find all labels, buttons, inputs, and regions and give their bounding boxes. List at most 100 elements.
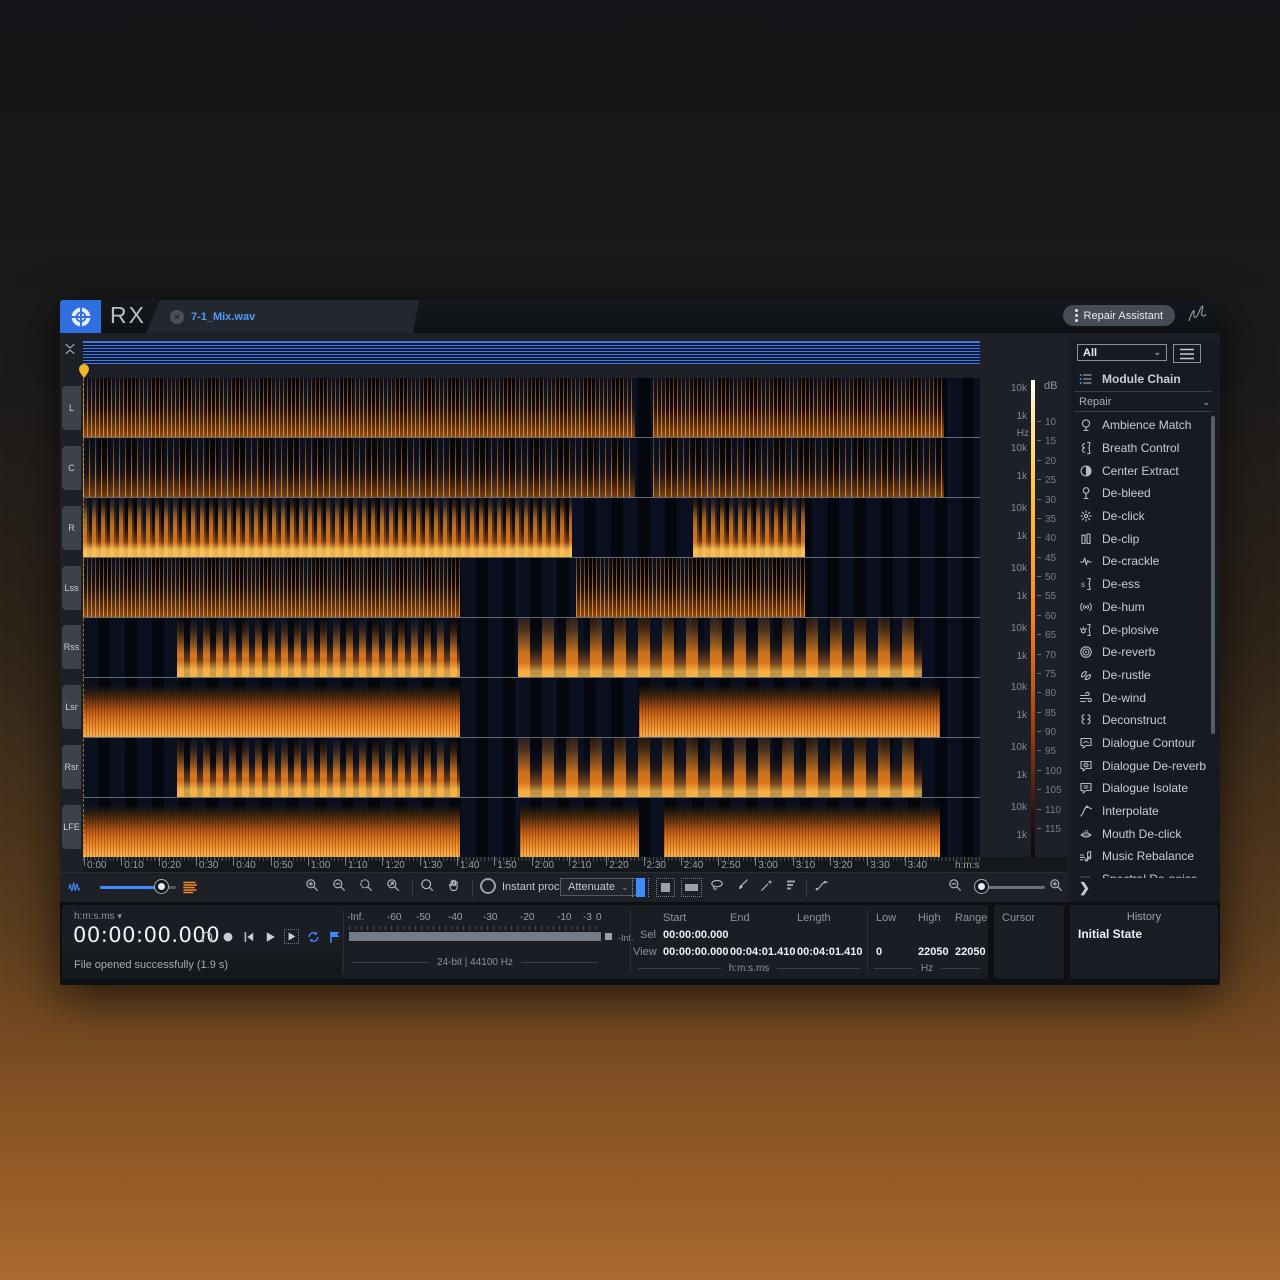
freq-range-value[interactable]: 22050	[955, 946, 986, 958]
signature-icon[interactable]	[1186, 304, 1208, 326]
spectrogram-channel-Rsr[interactable]	[83, 738, 980, 798]
time-ruler[interactable]: 0:000:100:200:300:400:501:001:101:201:30…	[83, 857, 1067, 872]
module-item-dialogue-contour[interactable]: Dialogue Contour	[1070, 732, 1220, 755]
spectrogram-channel-Lsr[interactable]	[83, 678, 980, 738]
channel-tab-Lss[interactable]: Lss	[62, 566, 81, 610]
module-item-de-ess[interactable]: sDe-ess	[1070, 573, 1220, 596]
harmonics-selection-tool[interactable]	[784, 878, 798, 892]
freq-high-value[interactable]: 22050	[918, 946, 949, 958]
db-unit-label: dB	[1044, 380, 1057, 392]
return-to-start-button[interactable]	[242, 930, 256, 944]
channel-tab-C[interactable]: C	[62, 446, 81, 490]
module-item-de-rustle[interactable]: De-rustle	[1070, 664, 1220, 687]
add-marker-button[interactable]	[328, 930, 342, 944]
zoom-in-button[interactable]	[305, 878, 319, 892]
view-end-value[interactable]: 00:04:01.410	[730, 946, 795, 958]
module-item-music-rebalance[interactable]: Music Rebalance	[1070, 845, 1220, 868]
module-item-dialogue-de-reverb[interactable]: Dialogue De-reverb	[1070, 754, 1220, 777]
freq-low-value[interactable]: 0	[876, 946, 882, 958]
sel-start-value[interactable]: 00:00:00.000	[663, 929, 728, 941]
module-item-center-extract[interactable]: Center Extract	[1070, 459, 1220, 482]
file-tab[interactable]: ✕ 7-1_Mix.wav	[146, 300, 419, 333]
history-item[interactable]: Initial State	[1078, 927, 1142, 941]
module-item-de-plosive[interactable]: De-plosive	[1070, 618, 1220, 641]
spectrogram-channel-C[interactable]	[83, 438, 980, 498]
spectrogram-channel-LFE[interactable]	[83, 798, 980, 857]
channel-tab-L[interactable]: L	[62, 386, 81, 430]
horizontal-zoom-out-icon[interactable]	[948, 878, 962, 892]
sel-header-start: Start	[663, 912, 686, 924]
db-scale: dB 1015202530354045505560657075808590951…	[1037, 378, 1071, 857]
zoom-reset-button[interactable]	[386, 878, 400, 892]
view-length-value[interactable]: 00:04:01.410	[797, 946, 862, 958]
time-frequency-selection-tool[interactable]	[656, 878, 675, 897]
freq-tick-label: 1k	[1016, 471, 1027, 482]
play-button[interactable]	[263, 930, 277, 944]
magic-wand-tool[interactable]	[760, 878, 774, 892]
module-item-de-wind[interactable]: De-wind	[1070, 686, 1220, 709]
play-selection-button[interactable]	[284, 929, 299, 944]
channel-tab-Lsr[interactable]: Lsr	[62, 685, 81, 729]
playhead-time: 00:00:00.000	[73, 923, 220, 947]
time-format-select[interactable]: h:m:s.ms ▾	[74, 911, 122, 922]
lasso-selection-tool[interactable]	[710, 878, 724, 892]
ruler-time-label: 2:00	[535, 860, 554, 871]
module-item-de-bleed[interactable]: De-bleed	[1070, 482, 1220, 505]
toolbar: Instant process Attenuate⌄	[60, 872, 1067, 903]
channel-tab-LFE[interactable]: LFE	[62, 805, 81, 849]
process-mode-select[interactable]: Attenuate⌄	[560, 878, 637, 896]
module-item-spectral-de-noise[interactable]: Spectral De-noise	[1070, 868, 1220, 878]
sidebar-expand-icon[interactable]: ❯	[1079, 880, 1090, 896]
module-item-de-crackle[interactable]: De-crackle	[1070, 550, 1220, 573]
zoom-selection-button[interactable]	[359, 878, 373, 892]
horizontal-zoom-knob[interactable]	[975, 880, 988, 893]
module-item-dialogue-isolate[interactable]: Dialogue Isolate	[1070, 777, 1220, 800]
breath-control-icon	[1079, 441, 1093, 455]
bezier-tool[interactable]	[815, 878, 829, 892]
channel-tab-Rsr[interactable]: Rsr	[62, 745, 81, 789]
view-start-value[interactable]: 00:00:00.000	[663, 946, 728, 958]
instant-process-toggle[interactable]	[480, 878, 496, 894]
module-item-de-clip[interactable]: De-clip	[1070, 527, 1220, 550]
module-filter-select[interactable]: All⌄	[1077, 344, 1167, 361]
module-item-breath-control[interactable]: Breath Control	[1070, 437, 1220, 460]
module-item-de-reverb[interactable]: De-reverb	[1070, 641, 1220, 664]
spectrogram-channel-L[interactable]	[83, 378, 980, 438]
spectrogram-channel-Lss[interactable]	[83, 558, 980, 618]
frequency-selection-tool[interactable]	[681, 878, 702, 897]
module-chain-item[interactable]: Module Chain	[1070, 368, 1220, 389]
waveform-overview[interactable]	[83, 341, 980, 364]
freq-tick-label: 1k	[1016, 830, 1027, 841]
module-item-de-click[interactable]: De-click	[1070, 505, 1220, 528]
monitor-button[interactable]	[200, 930, 214, 944]
horizontal-zoom-in-icon[interactable]	[1049, 878, 1063, 892]
module-item-interpolate[interactable]: Interpolate	[1070, 800, 1220, 823]
module-item-deconstruct[interactable]: Deconstruct	[1070, 709, 1220, 732]
repair-section-header[interactable]: Repair⌄	[1070, 394, 1220, 410]
zoom-out-button[interactable]	[332, 878, 346, 892]
playhead-pin[interactable]	[78, 364, 90, 378]
collapse-overview-icon[interactable]	[63, 342, 81, 362]
module-menu-button[interactable]	[1173, 344, 1201, 363]
record-button[interactable]	[221, 930, 235, 944]
channel-tab-Rss[interactable]: Rss	[62, 625, 81, 669]
freq-tick-label: 10k	[1011, 383, 1027, 394]
blend-slider-knob[interactable]	[155, 880, 168, 893]
spectrogram-channel-Rss[interactable]	[83, 618, 980, 678]
module-item-ambience-match[interactable]: Ambience Match	[1070, 414, 1220, 437]
tab-close-icon[interactable]: ✕	[170, 310, 184, 324]
magnify-tool[interactable]	[420, 878, 434, 892]
time-selection-tool[interactable]	[632, 878, 649, 897]
module-item-mouth-de-click[interactable]: Mouth De-click	[1070, 822, 1220, 845]
sidebar-scrollbar[interactable]	[1211, 416, 1215, 734]
loop-button[interactable]	[306, 930, 321, 944]
brush-selection-tool[interactable]	[735, 878, 749, 892]
repair-assistant-button[interactable]: Repair Assistant	[1063, 305, 1175, 326]
meter-scale-label: -3	[583, 912, 592, 923]
spectrogram-channel-R[interactable]	[83, 498, 980, 558]
spectrogram[interactable]	[83, 378, 980, 857]
grab-tool[interactable]	[447, 878, 461, 892]
db-tick-label: 85	[1045, 708, 1056, 719]
module-item-de-hum[interactable]: De-hum	[1070, 596, 1220, 619]
channel-tab-R[interactable]: R	[62, 506, 81, 550]
